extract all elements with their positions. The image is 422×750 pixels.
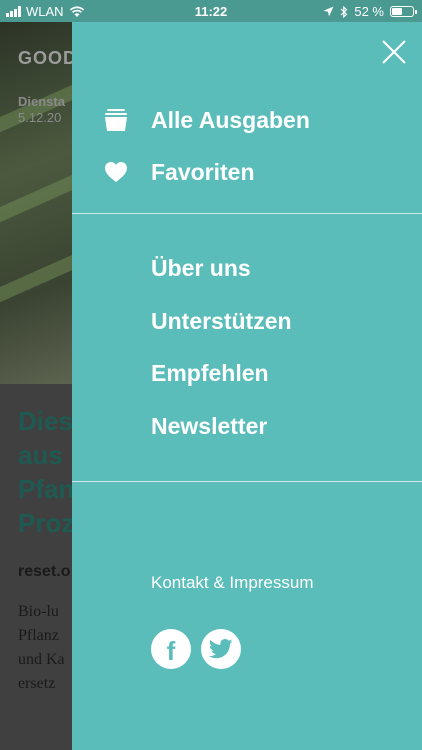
menu-divider [72, 481, 422, 482]
status-bar: WLAN 11:22 52 % [0, 0, 422, 22]
facebook-icon[interactable]: f [151, 629, 191, 669]
menu-item-recommend[interactable]: Empfehlen [72, 351, 422, 395]
status-right: 52 % [323, 4, 417, 19]
menu-item-label: Unterstützen [151, 307, 292, 334]
bluetooth-icon [340, 5, 348, 18]
side-menu-drawer: Alle Ausgaben Favoriten Über uns Unterst… [72, 22, 422, 750]
article-headline: Dies aus Pfan Proz [18, 406, 75, 538]
article-day: Diensta [18, 94, 65, 109]
article-teaser: Bio-lu Pflanz und Ka ersetz [18, 603, 65, 692]
menu-item-label: Favoriten [151, 158, 255, 185]
menu-item-label: Alle Ausgaben [151, 106, 310, 133]
menu-item-newsletter[interactable]: Newsletter [72, 404, 422, 448]
article-date: 5.12.20 [18, 110, 62, 125]
close-icon[interactable] [380, 38, 408, 66]
menu-item-label: Newsletter [151, 412, 268, 439]
brand-logo: GOOD [18, 48, 78, 68]
menu-divider [72, 213, 422, 214]
battery-icon [390, 6, 417, 17]
article-source: reset.o [18, 563, 71, 580]
battery-percent: 52 % [354, 4, 384, 19]
twitter-icon[interactable] [201, 629, 241, 669]
menu-item-about[interactable]: Über uns [72, 246, 422, 290]
location-arrow-icon [323, 6, 334, 17]
twitter-bird-icon [209, 639, 233, 659]
menu-item-favorites[interactable]: Favoriten [72, 150, 422, 194]
stack-icon [102, 108, 130, 132]
menu-item-all-issues[interactable]: Alle Ausgaben [72, 98, 422, 142]
menu-item-support[interactable]: Unterstützen [72, 299, 422, 343]
menu-item-label: Empfehlen [151, 359, 269, 386]
heart-icon [102, 160, 130, 184]
menu-item-label: Über uns [151, 254, 251, 281]
contact-imprint-link[interactable]: Kontakt & Impressum [151, 573, 314, 593]
